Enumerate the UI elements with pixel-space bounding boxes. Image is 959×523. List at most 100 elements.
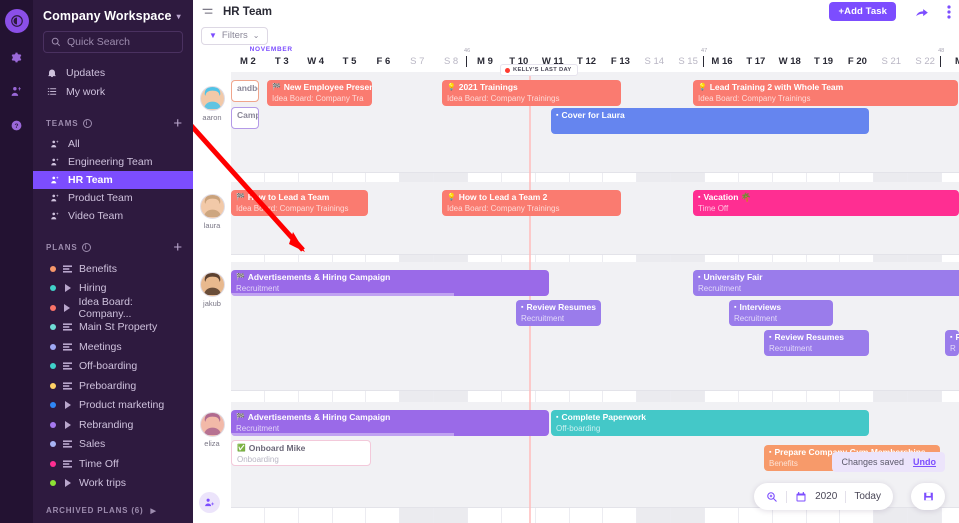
add-plan-button[interactable]: +: [173, 240, 183, 255]
chevron-right-icon[interactable]: [63, 479, 72, 488]
board-icon[interactable]: [63, 265, 72, 273]
board-icon[interactable]: [63, 343, 72, 351]
calendar-icon[interactable]: [795, 491, 807, 503]
sidebar-item-plan[interactable]: Sales: [33, 435, 193, 455]
ruler-day: F 13: [610, 56, 630, 67]
task-progress-bar: [231, 293, 454, 296]
hamburger-icon[interactable]: [201, 6, 214, 17]
plans-section-label: PLANS: [46, 243, 78, 252]
archived-plans-toggle[interactable]: ARCHIVED PLANS (6) ▶: [33, 506, 193, 515]
task-bar[interactable]: 🏁 Advertisements & Hiring Campaign Recruit…: [231, 270, 549, 296]
task-bar[interactable]: 🏁 How to Lead a Team Idea Board: Company T…: [231, 190, 368, 216]
clock-logo-icon[interactable]: [4, 9, 29, 33]
add-team-button[interactable]: +: [173, 116, 183, 131]
search-input[interactable]: Quick Search: [43, 31, 183, 53]
info-icon[interactable]: i: [81, 243, 91, 252]
task-bar[interactable]: ▪ Complete Paperwork Off-boarding: [551, 410, 869, 436]
people-add-icon[interactable]: [6, 81, 28, 101]
task-bar[interactable]: 💡 How to Lead a Team 2 Idea Board: Company…: [442, 190, 621, 216]
board-icon[interactable]: [63, 323, 72, 331]
today-button[interactable]: Today: [854, 491, 881, 502]
sidebar-item-team-hr[interactable]: HR Team: [33, 171, 193, 189]
task-bar[interactable]: 💡 Lead Training 2 with Whole Team Idea Boa…: [693, 80, 958, 106]
chevron-right-icon[interactable]: [63, 284, 72, 293]
sidebar-item-plan[interactable]: Main St Property: [33, 318, 193, 338]
task-bar[interactable]: ▪ Cover for Laura: [551, 108, 869, 134]
board-icon[interactable]: [63, 440, 72, 448]
plans-list: Benefits Hiring Idea Board: Company... Main…: [33, 259, 193, 493]
help-icon[interactable]: ?: [6, 115, 28, 135]
task-bar[interactable]: 💡 2021 Trainings Idea Board: Company Train…: [442, 80, 621, 106]
sidebar-item-plan[interactable]: Benefits: [33, 259, 193, 279]
sidebar-item-plan[interactable]: Preboarding: [33, 376, 193, 396]
sidebar-item-plan[interactable]: Rebranding: [33, 415, 193, 435]
task-bar[interactable]: andbook: [231, 80, 259, 102]
add-person-button[interactable]: [199, 492, 220, 513]
board-icon[interactable]: [63, 382, 72, 390]
sidebar-item-plan[interactable]: Work trips: [33, 474, 193, 494]
task-title: 🏁 Advertisements & Hiring Campaign: [236, 412, 544, 423]
filters-button[interactable]: ▼ Filters ⌄: [201, 26, 268, 45]
avatar-name: eliza: [204, 439, 220, 448]
person-avatar-block[interactable]: eliza: [196, 412, 228, 448]
chevron-right-icon[interactable]: [63, 303, 72, 312]
sidebar-item-plan[interactable]: Idea Board: Company...: [33, 296, 193, 320]
year-label[interactable]: 2020: [815, 491, 837, 502]
week-number: 47: [701, 48, 708, 54]
person-avatar-block[interactable]: laura: [196, 194, 228, 230]
zoom-in-icon[interactable]: [766, 491, 778, 503]
avatar[interactable]: [199, 86, 225, 111]
share-icon[interactable]: [915, 6, 929, 18]
sidebar-item-team-product[interactable]: Product Team: [33, 189, 193, 207]
task-bar[interactable]: ▪ Review Resumes Recruitment: [764, 330, 869, 356]
sidebar-item-team-all[interactable]: All: [33, 135, 193, 153]
save-button[interactable]: [911, 483, 945, 510]
sidebar-item-plan[interactable]: Off-boarding: [33, 357, 193, 377]
task-type-icon: ▪: [698, 193, 701, 201]
chevron-right-icon[interactable]: [63, 420, 72, 429]
milestone-marker[interactable]: KELLY'S LAST DAY: [500, 64, 578, 76]
chevron-right-icon: ▶: [150, 507, 157, 515]
more-vertical-icon[interactable]: [947, 4, 951, 19]
sidebar-item-my-work[interactable]: My work: [33, 82, 193, 101]
task-title: andbook: [237, 83, 258, 94]
avatar[interactable]: [199, 272, 225, 297]
team-icon: [51, 176, 59, 184]
sidebar-item-team-engineering[interactable]: Engineering Team: [33, 153, 193, 171]
ruler-day: W 4: [307, 56, 325, 67]
board-icon[interactable]: [63, 460, 72, 468]
task-bar[interactable]: ▪ University Fair Recruitment: [693, 270, 959, 296]
task-bar[interactable]: 🏁 New Employee Presen Idea Board: Company …: [267, 80, 372, 106]
task-title: Campus: [237, 110, 258, 121]
ruler-day: S 8: [443, 56, 459, 67]
task-title-text: Interviews: [739, 302, 782, 312]
task-title-text: Lead Training 2 with Whole Team: [709, 82, 844, 92]
svg-text:?: ?: [15, 122, 19, 129]
task-bar[interactable]: ▪ Vacation 🌴 Time Off: [693, 190, 959, 216]
undo-link[interactable]: Undo: [913, 457, 936, 467]
plan-color-dot: [50, 480, 56, 487]
task-bar[interactable]: ▪ Interviews Recruitment: [729, 300, 833, 326]
sidebar-item-plan[interactable]: Meetings: [33, 337, 193, 357]
sidebar-item-updates[interactable]: Updates: [33, 63, 193, 82]
task-bar[interactable]: Campus: [231, 107, 259, 129]
task-title-text: andbook: [237, 83, 258, 93]
task-bar[interactable]: ▪ R R: [945, 330, 959, 356]
sidebar-item-plan[interactable]: Product marketing: [33, 396, 193, 416]
avatar[interactable]: [199, 194, 225, 219]
workspace-switcher[interactable]: Company Workspace ▾: [33, 0, 193, 31]
person-avatar-block[interactable]: jakub: [196, 272, 228, 308]
task-bar[interactable]: ▪ Review Resumes Recruitment: [516, 300, 601, 326]
task-bar[interactable]: 🏁 Advertisements & Hiring Campaign Recruit…: [231, 410, 549, 436]
chevron-right-icon[interactable]: [63, 401, 72, 410]
gear-icon[interactable]: [6, 47, 28, 67]
ruler-day: T 3: [274, 56, 289, 67]
avatar[interactable]: [199, 412, 225, 437]
sidebar-item-plan[interactable]: Time Off: [33, 454, 193, 474]
board-icon[interactable]: [63, 362, 72, 370]
person-avatar-block[interactable]: aaron: [196, 86, 228, 122]
task-bar[interactable]: ✅ Onboard Mike Onboarding: [231, 440, 371, 466]
add-task-button[interactable]: +Add Task: [829, 2, 896, 21]
info-icon[interactable]: i: [82, 119, 92, 128]
sidebar-item-team-video[interactable]: Video Team: [33, 207, 193, 225]
